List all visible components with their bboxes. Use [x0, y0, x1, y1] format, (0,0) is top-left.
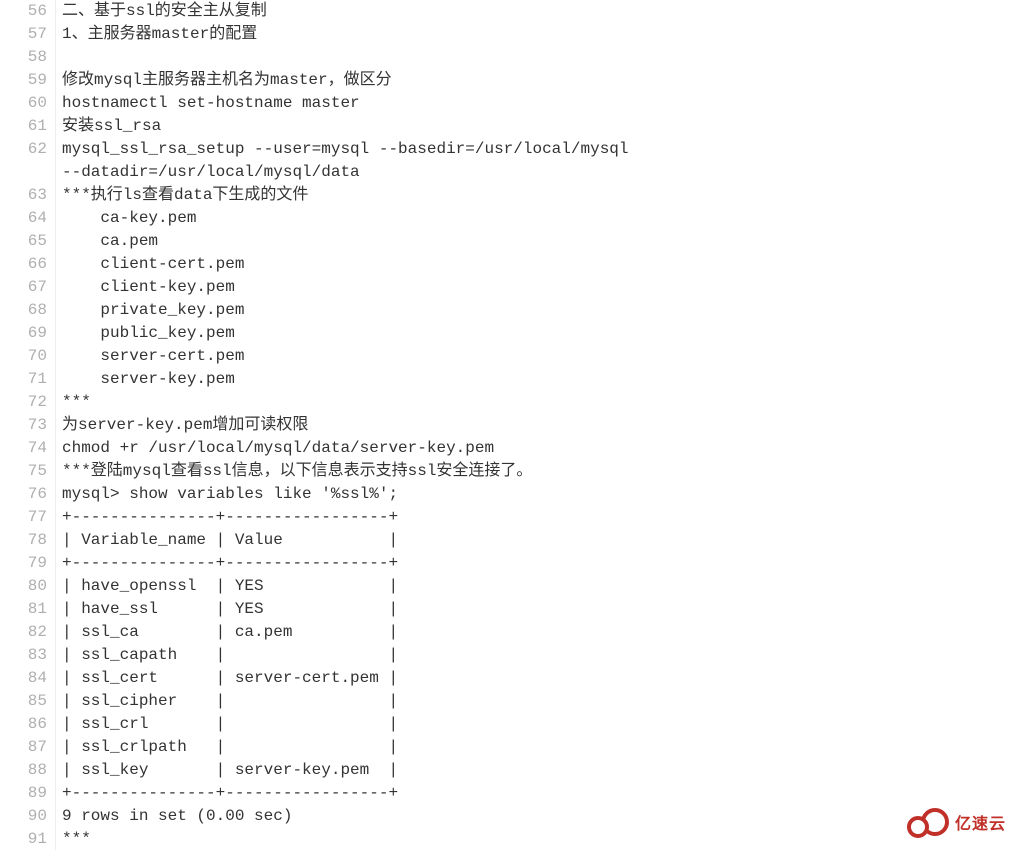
code-line: | ssl_crlpath | |	[62, 736, 1015, 759]
code-line: 为server-key.pem增加可读权限	[62, 414, 1015, 437]
line-number: 72	[0, 391, 47, 414]
line-number: 77	[0, 506, 47, 529]
logo-text: 亿速云	[955, 813, 1006, 836]
code-line: mysql_ssl_rsa_setup --user=mysql --based…	[62, 138, 1015, 161]
line-number: 78	[0, 529, 47, 552]
code-line: 1、主服务器master的配置	[62, 23, 1015, 46]
line-number: 84	[0, 667, 47, 690]
line-number: 68	[0, 299, 47, 322]
code-line: +---------------+-----------------+	[62, 506, 1015, 529]
code-line: +---------------+-----------------+	[62, 782, 1015, 805]
code-line: ***登陆mysql查看ssl信息，以下信息表示支持ssl安全连接了。	[62, 460, 1015, 483]
cloud-icon	[907, 808, 953, 840]
code-line: ***执行ls查看data下生成的文件	[62, 184, 1015, 207]
line-number: 61	[0, 115, 47, 138]
line-number: 65	[0, 230, 47, 253]
code-line: | ssl_capath | |	[62, 644, 1015, 667]
code-line: | ssl_crl | |	[62, 713, 1015, 736]
line-number-blank	[0, 161, 47, 184]
code-line: client-cert.pem	[62, 253, 1015, 276]
code-line: client-key.pem	[62, 276, 1015, 299]
code-line: | have_openssl | YES |	[62, 575, 1015, 598]
code-line: mysql> show variables like '%ssl%';	[62, 483, 1015, 506]
code-line: | ssl_ca | ca.pem |	[62, 621, 1015, 644]
line-number: 74	[0, 437, 47, 460]
line-number: 87	[0, 736, 47, 759]
code-line: ***	[62, 828, 1015, 850]
line-number-gutter: 56575859606162 63646566676869707172737475…	[0, 0, 56, 850]
code-line: private_key.pem	[62, 299, 1015, 322]
line-number: 60	[0, 92, 47, 115]
line-number: 63	[0, 184, 47, 207]
line-number: 90	[0, 805, 47, 828]
line-number: 80	[0, 575, 47, 598]
line-number: 57	[0, 23, 47, 46]
code-line: 9 rows in set (0.00 sec)	[62, 805, 1015, 828]
line-number: 89	[0, 782, 47, 805]
line-number: 91	[0, 828, 47, 851]
code-line: | Variable_name | Value |	[62, 529, 1015, 552]
code-line: 安装ssl_rsa	[62, 115, 1015, 138]
code-line: ca-key.pem	[62, 207, 1015, 230]
line-number: 69	[0, 322, 47, 345]
line-number: 81	[0, 598, 47, 621]
line-number: 64	[0, 207, 47, 230]
line-number: 83	[0, 644, 47, 667]
line-number: 79	[0, 552, 47, 575]
code-line: server-key.pem	[62, 368, 1015, 391]
code-line: | ssl_cert | server-cert.pem |	[62, 667, 1015, 690]
line-number: 62	[0, 138, 47, 161]
line-number: 67	[0, 276, 47, 299]
code-line: public_key.pem	[62, 322, 1015, 345]
code-line: | ssl_cipher | |	[62, 690, 1015, 713]
line-number: 66	[0, 253, 47, 276]
code-line: ca.pem	[62, 230, 1015, 253]
code-line: hostnamectl set-hostname master	[62, 92, 1015, 115]
code-line	[62, 46, 1015, 69]
line-number: 56	[0, 0, 47, 23]
code-line: chmod +r /usr/local/mysql/data/server-ke…	[62, 437, 1015, 460]
code-line: 二、基于ssl的安全主从复制	[62, 0, 1015, 23]
line-number: 88	[0, 759, 47, 782]
code-line: | have_ssl | YES |	[62, 598, 1015, 621]
code-line: +---------------+-----------------+	[62, 552, 1015, 575]
line-number: 59	[0, 69, 47, 92]
yisu-cloud-logo: 亿速云	[907, 804, 1007, 844]
code-line-wrap: --datadir=/usr/local/mysql/data	[62, 161, 1015, 184]
code-line: server-cert.pem	[62, 345, 1015, 368]
line-number: 70	[0, 345, 47, 368]
line-number: 71	[0, 368, 47, 391]
code-line: | ssl_key | server-key.pem |	[62, 759, 1015, 782]
line-number: 82	[0, 621, 47, 644]
line-number: 73	[0, 414, 47, 437]
code-line: ***	[62, 391, 1015, 414]
code-block: 二、基于ssl的安全主从复制1、主服务器master的配置修改mysql主服务器…	[56, 0, 1015, 850]
line-number: 58	[0, 46, 47, 69]
line-number: 86	[0, 713, 47, 736]
line-number: 75	[0, 460, 47, 483]
line-number: 76	[0, 483, 47, 506]
line-number: 85	[0, 690, 47, 713]
code-line: 修改mysql主服务器主机名为master，做区分	[62, 69, 1015, 92]
